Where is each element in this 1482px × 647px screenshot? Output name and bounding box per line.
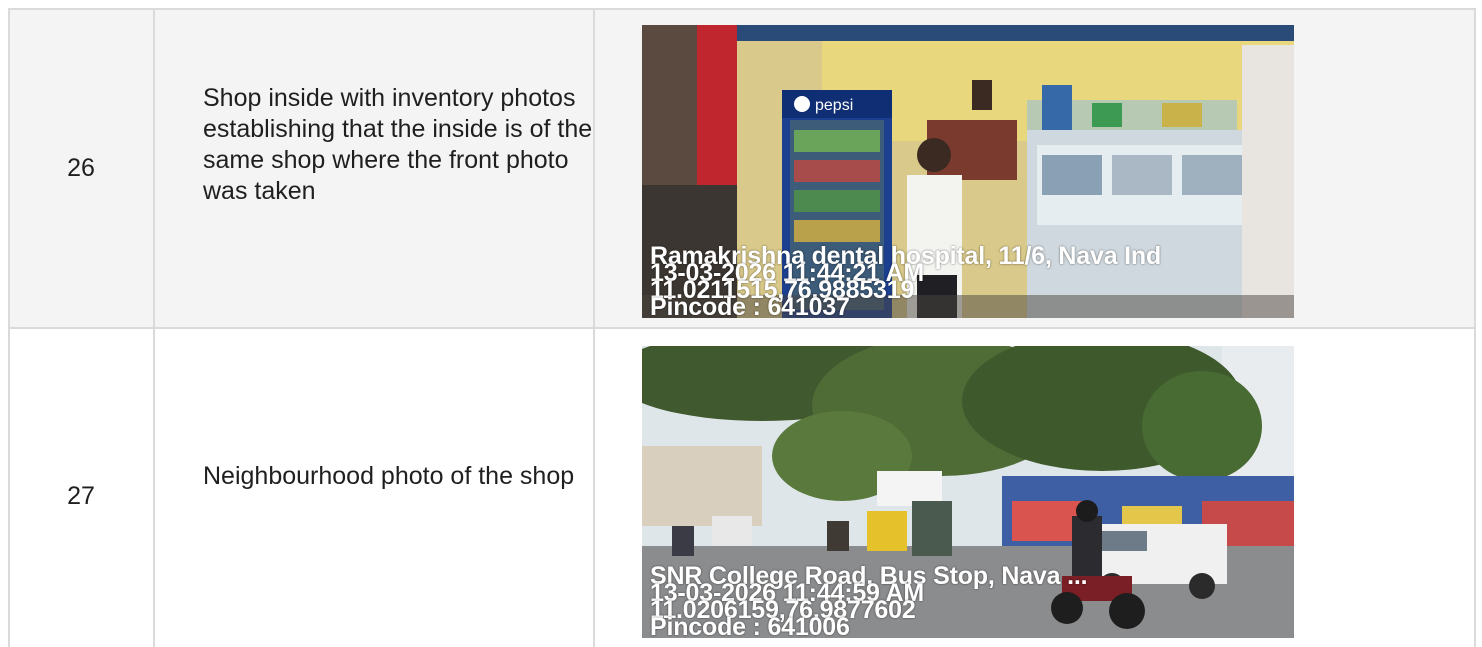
photo-geotag-stamp: Ramakrishna dental hospital, 11/6, Nava … bbox=[650, 244, 1161, 319]
row-description: Shop inside with inventory photos establ… bbox=[203, 84, 593, 205]
table-row: 26 Shop inside with inventory photos est… bbox=[8, 8, 1476, 328]
row-description: Neighbourhood photo of the shop bbox=[203, 462, 575, 490]
table-border-top bbox=[8, 8, 1476, 10]
neighbourhood-photo: SNR College Road, Bus Stop, Nava ... 13-… bbox=[642, 346, 1294, 638]
table-border-left bbox=[8, 8, 10, 647]
row-divider bbox=[8, 327, 1476, 329]
table-row: 27 Neighbourhood photo of the shop SNR C… bbox=[8, 328, 1476, 647]
column-divider bbox=[153, 8, 155, 647]
photo-geotag-stamp: SNR College Road, Bus Stop, Nava ... 13-… bbox=[650, 564, 1088, 639]
svg-text:pepsi: pepsi bbox=[815, 97, 853, 114]
row-number: 26 bbox=[67, 154, 95, 182]
inspection-table: 26 Shop inside with inventory photos est… bbox=[8, 8, 1476, 647]
column-divider bbox=[593, 8, 595, 647]
row-number: 27 bbox=[67, 482, 95, 510]
table-border-right bbox=[1474, 8, 1476, 647]
shop-interior-photo: pepsi Ramakrishna dental hospital, 11/6,… bbox=[642, 25, 1294, 318]
